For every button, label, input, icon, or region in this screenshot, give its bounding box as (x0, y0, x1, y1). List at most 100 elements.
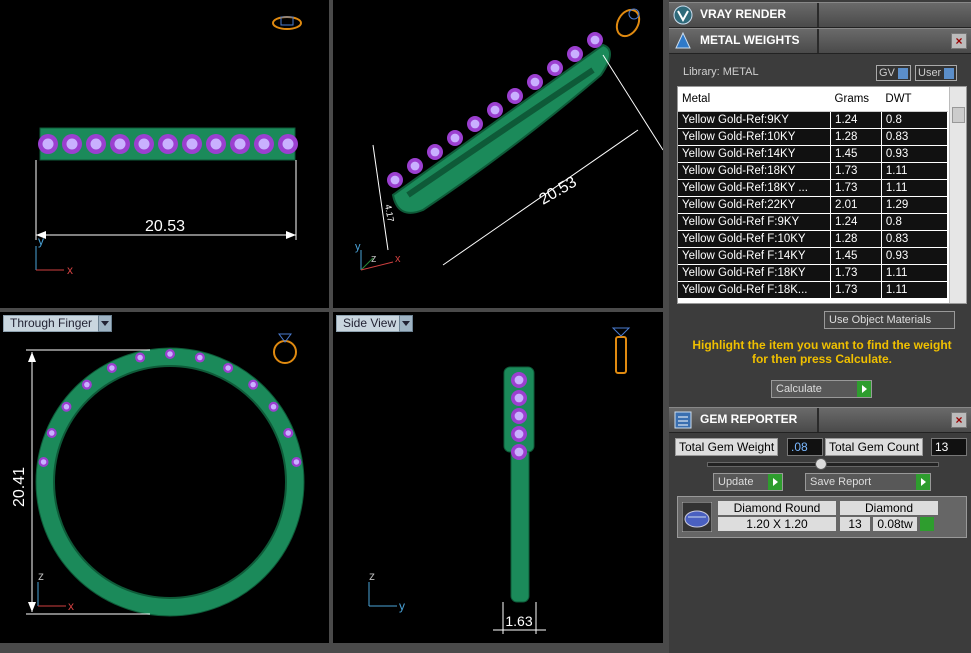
calculate-button[interactable]: Calculate (771, 380, 872, 398)
gem-facet (514, 375, 524, 385)
gem-facet (510, 91, 520, 101)
table-row[interactable]: Yellow Gold-Ref:18KY 1.73 1.11 (678, 162, 949, 180)
svg-text:z: z (371, 253, 377, 265)
viewport-front[interactable]: 20.53 y x (0, 0, 329, 308)
svg-text:x: x (67, 263, 73, 277)
gem-facet (285, 430, 292, 436)
ring-thumbnail-icon (615, 8, 641, 38)
gem-slider-handle[interactable] (815, 458, 827, 470)
user-toggle[interactable]: User (915, 65, 958, 81)
table-row[interactable]: Yellow Gold-Ref F:10KY 1.28 0.83 (678, 230, 949, 248)
viewport-through-finger[interactable]: 20.41 z x Through Finger (0, 312, 329, 643)
scale-icon (675, 31, 691, 49)
update-button[interactable]: Update (713, 473, 783, 491)
gem-facet (514, 393, 524, 403)
gem-facet (530, 77, 540, 87)
metal-weights-table[interactable]: Metal Grams DWT Yellow Gold-Ref:9KY 1.24 0.8… (677, 86, 967, 304)
gv-toggle[interactable]: GV (876, 65, 911, 81)
gem-facet (66, 138, 78, 150)
gem-facet (514, 411, 524, 421)
gem-facet (282, 138, 294, 150)
svg-text:y: y (355, 241, 361, 253)
svg-text:y: y (399, 599, 405, 613)
svg-text:y: y (38, 234, 44, 248)
diamond-round-icon (682, 502, 712, 532)
gem-facet (470, 119, 480, 129)
gem-reporter-title: GEM REPORTER (700, 412, 798, 426)
table-row[interactable]: Yellow Gold-Ref:22KY 2.01 1.29 (678, 196, 949, 214)
close-icon[interactable]: × (951, 412, 967, 428)
gem-facet (210, 138, 222, 150)
table-row[interactable]: Yellow Gold-Ref F:14KY 1.45 0.93 (678, 247, 949, 265)
metal-weights-header[interactable]: METAL WEIGHTS × (669, 28, 971, 54)
viewport-label-through-finger[interactable]: Through Finger (3, 315, 100, 332)
use-object-materials-checkbox[interactable]: Use Object Materials (824, 311, 955, 329)
svg-text:x: x (68, 599, 74, 613)
through-finger-dimension: 20.41 (11, 467, 28, 507)
gem-facet (550, 63, 560, 73)
table-scrollbar[interactable] (949, 87, 966, 303)
vray-render-header[interactable]: VRAY RENDER (669, 2, 971, 28)
gem-facet (570, 49, 580, 59)
gem-reporter-header[interactable]: GEM REPORTER × (669, 407, 971, 433)
table-row[interactable]: Yellow Gold-Ref:18KY ... 1.73 1.11 (678, 179, 949, 197)
gem-row-arrow-button[interactable] (920, 517, 934, 531)
gem-facet (186, 138, 198, 150)
gem-facet (137, 354, 143, 361)
vray-render-title: VRAY RENDER (700, 7, 787, 21)
gem-facet (48, 430, 55, 436)
table-row[interactable]: Yellow Gold-Ref F:18K... 1.73 1.11 (678, 281, 949, 299)
viewport-dropdown-through-finger[interactable] (98, 315, 112, 332)
svg-text:z: z (38, 569, 44, 583)
svg-text:x: x (395, 253, 401, 265)
side-view-drawing: 1.63 z y (368, 327, 631, 634)
gem-facet (197, 354, 203, 361)
total-gem-weight-value: .08 (787, 438, 823, 456)
gem-size: 1.20 X 1.20 (718, 517, 836, 531)
tool-panel: VRAY RENDER METAL WEIGHTS × Library: MET… (669, 0, 971, 653)
ring-thumbnail-icon (273, 333, 297, 364)
front-dimension: 20.53 (145, 218, 185, 235)
gem-facet (63, 404, 70, 410)
viewport-label-side-view[interactable]: Side View (336, 315, 404, 332)
column-header-dwt[interactable]: DWT (881, 87, 948, 112)
gem-facet (410, 161, 420, 171)
gem-facet (514, 447, 524, 457)
gem-material: Diamond (840, 501, 938, 515)
gem-facet (114, 138, 126, 150)
table-row[interactable]: Yellow Gold-Ref:14KY 1.45 0.93 (678, 145, 949, 163)
gem-facet (390, 175, 400, 185)
gem-facet (42, 138, 54, 150)
gem-facet (225, 365, 231, 371)
table-row[interactable]: Yellow Gold-Ref F:18KY 1.73 1.11 (678, 264, 949, 282)
column-header-metal[interactable]: Metal (678, 87, 831, 112)
table-row[interactable]: Yellow Gold-Ref:10KY 1.28 0.83 (678, 128, 949, 146)
side-view-dimension: 1.63 (505, 613, 532, 629)
gem-facet (590, 35, 600, 45)
viewport-side-view[interactable]: 1.63 z y Side View (333, 312, 663, 643)
save-report-button[interactable]: Save Report (805, 473, 931, 491)
gem-count: 13 (840, 517, 870, 531)
table-row[interactable]: Yellow Gold-Ref F:9KY 1.24 0.8 (678, 213, 949, 231)
gem-facet (84, 381, 90, 388)
perspective-view-drawing: 20.53 4.17 y z x (355, 8, 663, 271)
gem-list-row[interactable]: Diamond Round 1.20 X 1.20 Diamond 13 0.0… (677, 496, 967, 538)
viewport-perspective[interactable]: 20.53 4.17 y z x (333, 0, 663, 308)
gem-facet (109, 365, 115, 371)
calculate-hint: Highlight the item you want to find the … (692, 338, 952, 366)
table-row[interactable]: Yellow Gold-Ref:9KY 1.24 0.8 (678, 111, 949, 129)
gem-facet (138, 138, 150, 150)
ring-thumbnail-icon (611, 327, 631, 374)
gem-name: Diamond Round (718, 501, 836, 515)
viewport-dropdown-side-view[interactable] (399, 315, 413, 332)
column-header-grams[interactable]: Grams (830, 87, 882, 112)
gem-facet (90, 138, 102, 150)
ring-thumbnail-icon (272, 16, 302, 30)
gem-facet (490, 105, 500, 115)
gem-facet (234, 138, 246, 150)
gem-weight: 0.08tw (873, 517, 917, 531)
vray-logo-icon (673, 5, 693, 25)
total-gem-weight-label: Total Gem Weight (675, 438, 779, 456)
gem-facet (162, 138, 174, 150)
close-icon[interactable]: × (951, 33, 967, 49)
